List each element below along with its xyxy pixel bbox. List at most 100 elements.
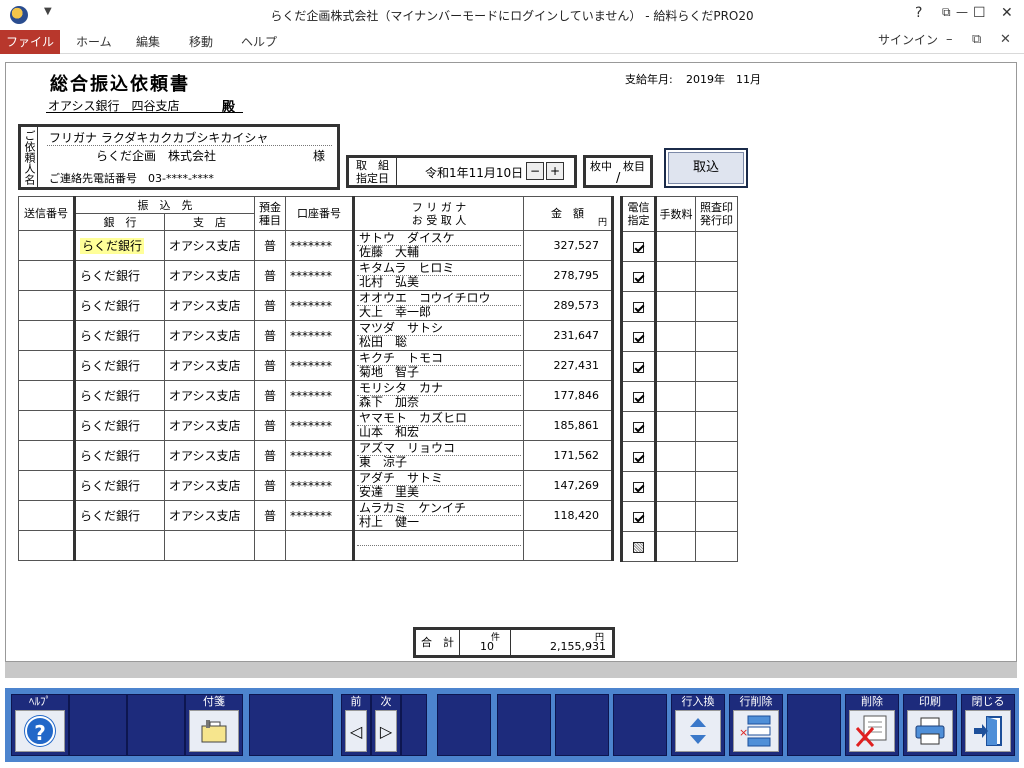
denshin-checkbox[interactable]: [633, 481, 644, 493]
bank-cell[interactable]: らくだ銀行: [73, 410, 165, 441]
bank-cell[interactable]: らくだ銀行: [73, 290, 165, 321]
recipient-cell[interactable]: アズマ リョウコ東 涼子: [352, 440, 524, 471]
fee-cell[interactable]: [655, 501, 696, 532]
receipt-cell[interactable]: [695, 231, 738, 262]
recipient-cell[interactable]: ムラカミ ケンイチ 村上 健一: [352, 500, 524, 531]
denshin-cell[interactable]: [620, 351, 657, 382]
table-row[interactable]: らくだ銀行 オアシス支店普 ******* マツダ サトシ 松田 聡 231,647: [18, 320, 614, 351]
denshin-checkbox[interactable]: [633, 331, 644, 343]
row-delete-button[interactable]: 行削除 ×: [729, 694, 783, 756]
function-key-empty-1[interactable]: [69, 694, 127, 756]
function-key-empty-2[interactable]: [127, 694, 185, 756]
function-key-empty-8[interactable]: [613, 694, 667, 756]
denshin-cell[interactable]: [620, 531, 657, 562]
kind-cell[interactable]: 普: [254, 320, 286, 351]
row-swap-button[interactable]: 行入換: [671, 694, 725, 756]
close-icon[interactable]: ✕: [1001, 5, 1013, 21]
table-row[interactable]: らくだ銀行 オアシス支店普 ******* ムラカミ ケンイチ 村上 健一 118,420: [18, 500, 614, 531]
date-increment-button[interactable]: +: [546, 162, 564, 180]
fee-cell[interactable]: [655, 321, 696, 352]
fee-cell[interactable]: [655, 471, 696, 502]
recipient-cell[interactable]: マツダ サトシ 松田 聡: [352, 320, 524, 351]
denshin-cell[interactable]: [620, 261, 657, 292]
denshin-checkbox[interactable]: [633, 541, 644, 553]
menu-edit[interactable]: 編集: [136, 30, 160, 54]
fee-cell[interactable]: [655, 531, 696, 562]
send-no-cell[interactable]: [18, 500, 75, 531]
denshin-cell[interactable]: [620, 291, 657, 322]
delete-button[interactable]: 削除: [845, 694, 899, 756]
kind-cell[interactable]: 普: [254, 260, 286, 291]
recipient-cell[interactable]: モリシタ カナ 森下 加奈: [352, 380, 524, 411]
denshin-checkbox[interactable]: [633, 421, 644, 433]
receipt-cell[interactable]: [695, 321, 738, 352]
receipt-cell[interactable]: [695, 411, 738, 442]
kind-cell[interactable]: 普: [254, 410, 286, 441]
table-row[interactable]: [18, 530, 614, 561]
send-no-cell[interactable]: [18, 290, 75, 321]
bank-cell[interactable]: らくだ銀行: [73, 470, 165, 501]
table-row[interactable]: らくだ銀行 オアシス支店普 ******* ヤマモト カズヒロ 山本 和宏 185,861: [18, 410, 614, 441]
bank-cell[interactable]: らくだ銀行: [73, 260, 165, 291]
kind-cell[interactable]: 普: [254, 470, 286, 501]
bank-cell[interactable]: らくだ銀行: [73, 230, 165, 261]
send-no-cell[interactable]: [18, 350, 75, 381]
sub-restore-icon[interactable]: ⧉: [972, 32, 981, 47]
signin-link[interactable]: サインイン: [878, 30, 938, 50]
import-button[interactable]: 取込: [664, 148, 748, 188]
denshin-cell[interactable]: [620, 231, 657, 262]
recipient-cell[interactable]: キクチ トモコ 菊地 智子: [352, 350, 524, 381]
sub-minimize-icon[interactable]: –: [946, 32, 953, 47]
bank-cell[interactable]: らくだ銀行: [73, 320, 165, 351]
branch-cell[interactable]: オアシス支店: [164, 500, 255, 531]
branch-cell[interactable]: オアシス支店: [164, 410, 255, 441]
send-no-cell[interactable]: [18, 410, 75, 441]
branch-cell[interactable]: オアシス支店: [164, 230, 255, 261]
branch-cell[interactable]: オアシス支店: [164, 290, 255, 321]
account-cell[interactable]: *******: [285, 260, 354, 291]
account-cell[interactable]: *******: [285, 410, 354, 441]
kind-cell[interactable]: 普: [254, 290, 286, 321]
receipt-cell[interactable]: [695, 291, 738, 322]
recipient-cell[interactable]: アダチ サトミ 安達 里美: [352, 470, 524, 501]
account-cell[interactable]: *******: [285, 500, 354, 531]
denshin-checkbox[interactable]: [633, 511, 644, 523]
recipient-cell[interactable]: オオウエ コウイチロウ 大上 幸一郎: [352, 290, 524, 321]
print-button[interactable]: 印刷: [903, 694, 957, 756]
denshin-checkbox[interactable]: [633, 391, 644, 403]
amount-cell[interactable]: 231,647: [523, 320, 614, 351]
send-no-cell[interactable]: [18, 320, 75, 351]
receipt-cell[interactable]: [695, 261, 738, 292]
menu-move[interactable]: 移動: [189, 30, 213, 54]
amount-cell[interactable]: 227,431: [523, 350, 614, 381]
send-no-cell[interactable]: [18, 230, 75, 261]
account-cell[interactable]: *******: [285, 320, 354, 351]
amount-cell[interactable]: 185,861: [523, 410, 614, 441]
bank-cell[interactable]: らくだ銀行: [73, 500, 165, 531]
table-row[interactable]: らくだ銀行 オアシス支店普 ******* オオウエ コウイチロウ 大上 幸一郎 289,…: [18, 290, 614, 321]
fee-cell[interactable]: [655, 441, 696, 472]
send-no-cell[interactable]: [18, 470, 75, 501]
receipt-cell[interactable]: [695, 441, 738, 472]
close-button[interactable]: 閉じる: [961, 694, 1015, 756]
amount-cell[interactable]: 327,527: [523, 230, 614, 261]
amount-cell[interactable]: 118,420: [523, 500, 614, 531]
function-key-empty-9[interactable]: [787, 694, 841, 756]
table-row[interactable]: らくだ銀行 オアシス支店普 ******* アズマ リョウコ東 涼子 171,562: [18, 440, 614, 471]
kind-cell[interactable]: 普: [254, 230, 286, 261]
branch-cell[interactable]: オアシス支店: [164, 320, 255, 351]
transfer-date-value[interactable]: 令和1年11月10日: [425, 164, 523, 181]
function-key-empty-7[interactable]: [555, 694, 609, 756]
denshin-cell[interactable]: [620, 471, 657, 502]
fee-cell[interactable]: [655, 351, 696, 382]
sub-close-icon[interactable]: ✕: [1000, 32, 1011, 47]
receipt-cell[interactable]: [695, 501, 738, 532]
denshin-cell[interactable]: [620, 411, 657, 442]
fusen-button[interactable]: 付箋: [185, 694, 243, 756]
recipient-cell[interactable]: キタムラ ヒロミ 北村 弘美: [352, 260, 524, 291]
denshin-checkbox[interactable]: [633, 451, 644, 463]
recipient-cell[interactable]: サトウ ダイスケ 佐藤 大輔: [352, 230, 524, 261]
account-cell[interactable]: *******: [285, 380, 354, 411]
function-key-empty-4[interactable]: [401, 694, 427, 756]
kind-cell[interactable]: 普: [254, 380, 286, 411]
